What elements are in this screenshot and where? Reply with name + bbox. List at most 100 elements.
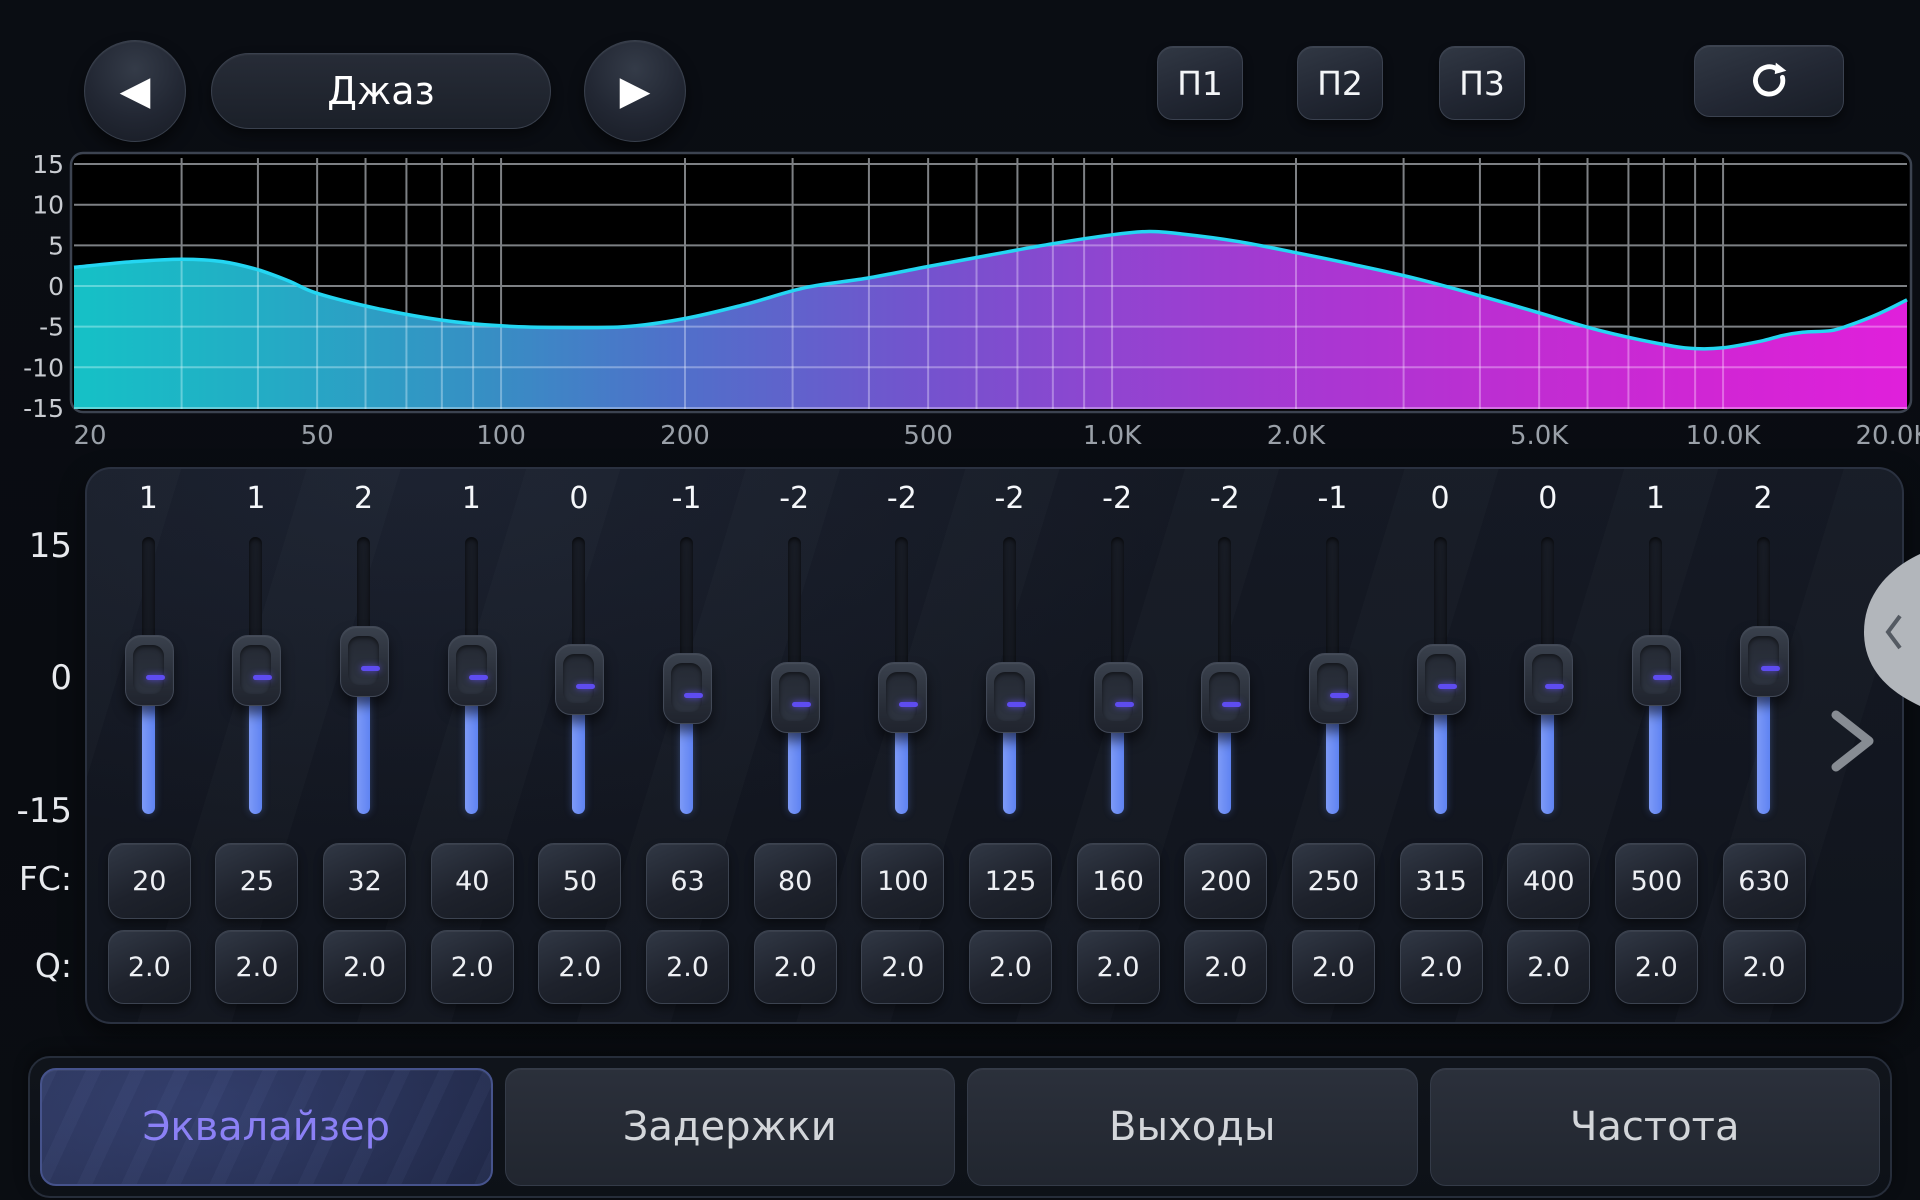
band-fc-button[interactable]: 160 [1077,843,1160,919]
band-slider-knob[interactable] [771,662,820,733]
band-slider-fill [142,694,155,814]
band-gain-value: 1 [208,481,304,516]
band-gain-value: 1 [1607,481,1703,516]
svg-text:-15: -15 [23,394,64,423]
band-q-button[interactable]: 2.0 [323,930,406,1004]
band-fc-button[interactable]: 100 [861,843,944,919]
band-knob-grip-icon [1653,675,1672,680]
band-q-button[interactable]: 2.0 [1077,930,1160,1004]
tab-delays[interactable]: Задержки [505,1068,956,1186]
band-fc-button[interactable]: 250 [1292,843,1375,919]
band-slider-fill [572,703,585,815]
tab-outputs[interactable]: Выходы [967,1068,1418,1186]
band-fc-value: 25 [240,866,274,897]
band-q-button[interactable]: 2.0 [1723,930,1806,1004]
band-slider-fill [357,685,370,814]
band-fc-button[interactable]: 20 [108,843,191,919]
svg-text:50: 50 [301,421,334,451]
band-q-button[interactable]: 2.0 [1400,930,1483,1004]
band-fc-button[interactable]: 315 [1400,843,1483,919]
band-slider-knob[interactable] [340,626,389,697]
band-q-button[interactable]: 2.0 [1292,930,1375,1004]
band-fc-button[interactable]: 50 [538,843,621,919]
eq-band-column: -2 80 2.0 [746,469,842,1022]
band-q-button[interactable]: 2.0 [1184,930,1267,1004]
band-slider-fill [1649,694,1662,814]
band-slider-knob[interactable] [986,662,1035,733]
band-gain-value: -2 [1069,481,1165,516]
band-fc-button[interactable]: 200 [1184,843,1267,919]
eq-band-column: -2 125 2.0 [962,469,1058,1022]
band-q-value: 2.0 [1097,952,1140,983]
band-knob-grip-icon [469,675,488,680]
band-fc-value: 400 [1523,866,1575,897]
band-slider-knob[interactable] [1201,662,1250,733]
band-slider-knob[interactable] [448,635,497,706]
band-slider-knob[interactable] [1740,626,1789,697]
band-knob-grip-icon [899,702,918,707]
tab-equalizer[interactable]: Эквалайзер [40,1068,493,1186]
band-slider-knob[interactable] [1632,635,1681,706]
tab-frequency[interactable]: Частота [1430,1068,1881,1186]
band-slider-knob[interactable] [1524,644,1573,715]
band-slider-knob[interactable] [1094,662,1143,733]
band-gain-value: 0 [1500,481,1596,516]
band-fc-button[interactable]: 500 [1615,843,1698,919]
band-slider-knob[interactable] [878,662,927,733]
band-q-button[interactable]: 2.0 [215,930,298,1004]
band-slider-fill [1434,703,1447,815]
band-fc-button[interactable]: 32 [323,843,406,919]
band-q-value: 2.0 [881,952,924,983]
band-fc-button[interactable]: 25 [215,843,298,919]
band-slider-fill [1111,720,1124,814]
band-slider-knob[interactable] [232,635,281,706]
band-gain-value: -1 [1284,481,1380,516]
band-slider-knob[interactable] [555,644,604,715]
band-fc-value: 80 [778,866,812,897]
band-q-button[interactable]: 2.0 [431,930,514,1004]
band-knob-inner [994,672,1025,721]
eq-band-column: 1 20 2.0 [100,469,196,1022]
band-q-button[interactable]: 2.0 [969,930,1052,1004]
band-knob-grip-icon [792,702,811,707]
chevron-right-icon[interactable] [1836,715,1869,767]
band-slider-knob[interactable] [663,653,712,724]
band-knob-grip-icon [1115,702,1134,707]
band-slider-knob[interactable] [125,635,174,706]
eq-band-panel: 1 20 2.0 1 25 2.0 2 [85,467,1904,1024]
band-knob-grip-icon [146,675,165,680]
band-fc-button[interactable]: 400 [1507,843,1590,919]
band-q-button[interactable]: 2.0 [108,930,191,1004]
svg-text:500: 500 [903,421,953,451]
band-q-button[interactable]: 2.0 [754,930,837,1004]
band-q-button[interactable]: 2.0 [538,930,621,1004]
band-q-button[interactable]: 2.0 [1615,930,1698,1004]
band-fc-value: 50 [563,866,597,897]
svg-text:5: 5 [48,231,64,260]
eq-band-column: 1 25 2.0 [208,469,304,1022]
band-fc-button[interactable]: 63 [646,843,729,919]
eq-band-column: -2 200 2.0 [1177,469,1273,1022]
svg-text:0: 0 [48,272,64,301]
band-knob-grip-icon [361,666,380,671]
drawer-handle-shape[interactable] [1864,554,1920,706]
band-fc-button[interactable]: 80 [754,843,837,919]
svg-text:200: 200 [660,421,710,451]
band-q-value: 2.0 [1635,952,1678,983]
eq-band-column: 2 32 2.0 [316,469,412,1022]
side-drawer-handle[interactable] [1820,540,1920,790]
band-slider-fill [1757,685,1770,814]
band-fc-button[interactable]: 125 [969,843,1052,919]
band-q-value: 2.0 [989,952,1032,983]
band-slider-knob[interactable] [1309,653,1358,724]
band-q-button[interactable]: 2.0 [646,930,729,1004]
band-q-button[interactable]: 2.0 [1507,930,1590,1004]
band-knob-inner [1640,645,1671,694]
band-q-button[interactable]: 2.0 [861,930,944,1004]
band-q-value: 2.0 [774,952,817,983]
band-fc-button[interactable]: 40 [431,843,514,919]
band-gain-value: -1 [639,481,735,516]
band-gain-value: -2 [1177,481,1273,516]
band-slider-knob[interactable] [1417,644,1466,715]
band-fc-button[interactable]: 630 [1723,843,1806,919]
